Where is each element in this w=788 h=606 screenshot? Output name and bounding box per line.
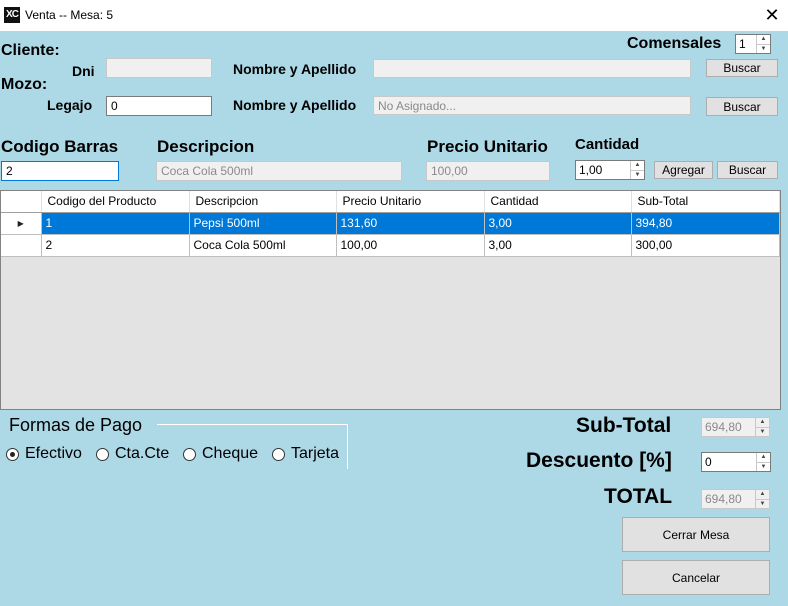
radio-tarjeta[interactable]: Tarjeta	[272, 445, 339, 463]
descuento-value: 0	[705, 455, 712, 469]
radio-tarjeta-label: Tarjeta	[291, 445, 340, 462]
codigo-barras-field[interactable]: 2	[1, 161, 119, 181]
spin-down-icon[interactable]: ▼	[757, 462, 770, 472]
dni-field[interactable]	[106, 58, 212, 78]
spin-up-icon[interactable]: ▲	[756, 418, 769, 427]
cantidad-label: Cantidad	[575, 136, 640, 153]
precio-unitario-field[interactable]: 100,00	[426, 161, 550, 181]
radio-unchecked-icon	[96, 447, 109, 461]
cell-codigo[interactable]: 2	[41, 234, 190, 257]
spin-up-icon[interactable]: ▲	[757, 453, 770, 462]
radio-cta-cte-label: Cta.Cte	[115, 445, 170, 462]
comensales-value: 1	[739, 37, 746, 51]
spin-down-icon[interactable]: ▼	[631, 170, 644, 180]
col-header-descripcion[interactable]: Descripcion	[189, 191, 337, 213]
cell-descripcion[interactable]: Pepsi 500ml	[189, 212, 337, 235]
legajo-label: Legajo	[47, 97, 93, 113]
row-selector-icon[interactable]: ▶	[1, 212, 42, 235]
spin-down-icon[interactable]: ▼	[757, 44, 770, 54]
radio-cheque[interactable]: Cheque	[183, 445, 258, 463]
radio-unchecked-icon	[272, 447, 285, 461]
cliente-nombre-field[interactable]	[373, 59, 691, 78]
spin-down-icon[interactable]: ▼	[756, 427, 769, 437]
radio-cta-cte[interactable]: Cta.Cte	[96, 445, 169, 463]
total-label: TOTAL	[604, 485, 673, 508]
spin-up-icon[interactable]: ▲	[756, 490, 769, 499]
buscar-producto-button[interactable]: Buscar	[717, 161, 778, 179]
col-header-subtotal[interactable]: Sub-Total	[631, 191, 780, 213]
pago-group-border-right	[347, 424, 348, 469]
cantidad-stepper[interactable]: 1,00 ▲ ▼	[575, 160, 645, 180]
radio-checked-icon	[6, 447, 19, 461]
cantidad-value: 1,00	[579, 163, 603, 177]
productos-grid[interactable]: Codigo del Producto Descripcion Precio U…	[0, 190, 781, 410]
cell-codigo[interactable]: 1	[41, 212, 190, 235]
cell-cantidad[interactable]: 3,00	[484, 212, 632, 235]
cliente-label: Cliente:	[1, 42, 60, 59]
dni-label: Dni	[72, 63, 95, 79]
descripcion-label: Descripcion	[157, 137, 255, 156]
radio-efectivo-label: Efectivo	[25, 445, 82, 462]
subtotal-field[interactable]: 694,80 ▲ ▼	[701, 417, 770, 437]
total-value: 694,80	[705, 492, 742, 506]
col-header-precio[interactable]: Precio Unitario	[336, 191, 485, 213]
col-header-codigo[interactable]: Codigo del Producto	[41, 191, 190, 213]
cell-precio[interactable]: 131,60	[336, 212, 485, 235]
spin-down-icon[interactable]: ▼	[756, 499, 769, 509]
cell-descripcion[interactable]: Coca Cola 500ml	[189, 234, 337, 257]
descuento-stepper[interactable]: 0 ▲ ▼	[701, 452, 771, 472]
mozo-label: Mozo:	[1, 76, 48, 93]
legajo-field[interactable]: 0	[106, 96, 212, 116]
row-selector[interactable]	[1, 234, 42, 257]
cliente-nombre-label: Nombre y Apellido	[233, 61, 357, 77]
comensales-label: Comensales	[627, 35, 722, 52]
app-icon: XC	[4, 7, 20, 23]
cell-subtotal[interactable]: 300,00	[631, 234, 780, 257]
close-icon[interactable]: ✕	[760, 2, 784, 28]
row-header-corner	[1, 191, 42, 213]
cell-subtotal[interactable]: 394,80	[631, 212, 780, 235]
subtotal-value: 694,80	[705, 420, 742, 434]
descuento-label: Descuento [%]	[526, 449, 672, 472]
title-bar: XC Venta -- Mesa: 5 ✕	[0, 0, 788, 31]
subtotal-label: Sub-Total	[576, 414, 672, 437]
mozo-nombre-label: Nombre y Apellido	[233, 97, 357, 113]
precio-unitario-label: Precio Unitario	[427, 137, 548, 156]
total-field[interactable]: 694,80 ▲ ▼	[701, 489, 770, 509]
window-title: Venta -- Mesa: 5	[25, 8, 114, 22]
descripcion-field[interactable]: Coca Cola 500ml	[156, 161, 402, 181]
cell-precio[interactable]: 100,00	[336, 234, 485, 257]
mozo-nombre-field[interactable]: No Asignado...	[373, 96, 691, 115]
buscar-cliente-button[interactable]: Buscar	[706, 59, 778, 77]
radio-efectivo[interactable]: Efectivo	[6, 445, 82, 463]
cell-cantidad[interactable]: 3,00	[484, 234, 632, 257]
formas-pago-title: Formas de Pago	[9, 415, 143, 435]
col-header-cantidad[interactable]: Cantidad	[484, 191, 632, 213]
radio-unchecked-icon	[183, 447, 196, 461]
codigo-barras-label: Codigo Barras	[1, 137, 119, 156]
table-row[interactable]: 2 Coca Cola 500ml 100,00 3,00 300,00	[1, 234, 780, 257]
cerrar-mesa-button[interactable]: Cerrar Mesa	[622, 517, 770, 552]
pago-group-border	[157, 424, 347, 425]
agregar-button[interactable]: Agregar	[654, 161, 713, 179]
table-row[interactable]: ▶ 1 Pepsi 500ml 131,60 3,00 394,80	[1, 212, 780, 235]
buscar-mozo-button[interactable]: Buscar	[706, 97, 778, 116]
comensales-stepper[interactable]: 1 ▲ ▼	[735, 34, 771, 54]
spin-up-icon[interactable]: ▲	[631, 161, 644, 170]
spin-up-icon[interactable]: ▲	[757, 35, 770, 44]
cancelar-button[interactable]: Cancelar	[622, 560, 770, 595]
radio-cheque-label: Cheque	[202, 445, 259, 462]
